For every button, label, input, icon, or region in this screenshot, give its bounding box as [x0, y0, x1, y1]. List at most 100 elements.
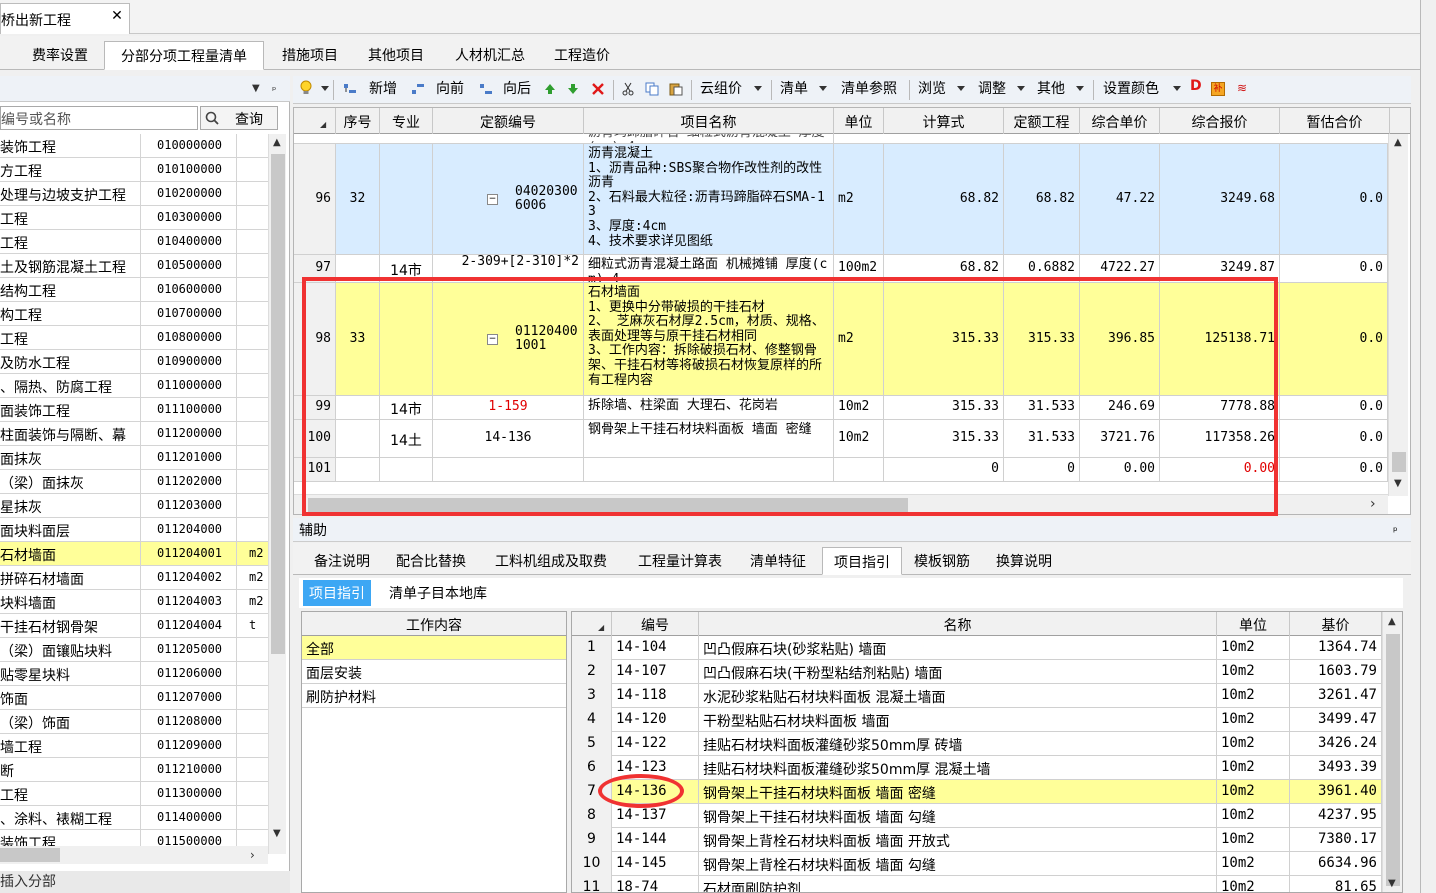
reference-vertical-scrollbar[interactable]: ▲ ▼ — [1382, 612, 1402, 892]
bill-reference-button[interactable]: 清单参照 — [841, 78, 897, 100]
dropdown-arrow-icon[interactable]: ▼ — [252, 83, 260, 94]
tree-row[interactable]: （梁）面抹灰 011202000 — [0, 470, 268, 494]
tree-row[interactable]: （梁）饰面 011208000 — [0, 710, 268, 734]
browse-button[interactable]: 浏览 — [918, 78, 946, 100]
tree-row[interactable]: 结构工程 010600000 — [0, 278, 268, 302]
cut-icon[interactable] — [621, 82, 635, 96]
header-estimated-price[interactable]: 暂估合价 — [1280, 108, 1390, 134]
work-item-protective-coating[interactable]: 刷防护材料 — [302, 684, 566, 708]
scroll-down-icon[interactable]: ▼ — [273, 828, 281, 839]
header-seq[interactable]: 序号 — [336, 108, 380, 134]
chevron-down-icon[interactable] — [1076, 86, 1084, 91]
table-row[interactable]: 8 14-137 钢骨架上干挂石材块料面板 墙面 勾缝 10m2 4237.95 — [572, 804, 1382, 828]
tab-quantity-calc[interactable]: 工程量计算表 — [631, 547, 729, 575]
tree-row[interactable]: 工程 010800000 — [0, 326, 268, 350]
left-vertical-scrollbar[interactable]: ▲ ▼ — [268, 134, 286, 854]
tab-project-cost[interactable]: 工程造价 — [544, 41, 620, 70]
tab-bill-features[interactable]: 清单特征 — [743, 547, 813, 575]
tree-row[interactable]: 工程 010300000 — [0, 206, 268, 230]
tree-row[interactable]: 构工程 010700000 — [0, 302, 268, 326]
tree-row[interactable]: 装饰工程 010000000 — [0, 134, 268, 158]
tree-row[interactable]: 面块料面层 011204000 — [0, 518, 268, 542]
tab-bill-of-quantities[interactable]: 分部分项工程量清单 — [104, 41, 264, 70]
chevron-down-icon[interactable] — [754, 86, 762, 91]
tree-row[interactable]: 、隔热、防腐工程 011000000 — [0, 374, 268, 398]
main-vertical-scrollbar[interactable]: ▲ ▼ — [1388, 134, 1408, 496]
header-ref-price[interactable]: 基价 — [1290, 612, 1382, 636]
chevron-down-icon[interactable] — [321, 86, 329, 91]
table-row[interactable]: 11 18-74 石材面刷防护剂 10m2 81.65 — [572, 876, 1382, 892]
delete-icon[interactable] — [591, 82, 605, 96]
header-quota-quantity[interactable]: 定额工程 — [1004, 108, 1080, 134]
tab-notes[interactable]: 备注说明 — [307, 547, 377, 575]
tree-row[interactable]: 工程 011300000 — [0, 782, 268, 806]
tree-row[interactable]: 面抹灰 011201000 — [0, 446, 268, 470]
table-row[interactable]: 7 14-136 钢骨架上干挂石材块料面板 墙面 密缝 10m2 3961.40 — [572, 780, 1382, 804]
tree-row[interactable]: （梁）面镶贴块料 011205000 — [0, 638, 268, 662]
main-vertical-scroll-thumb[interactable] — [1392, 452, 1406, 472]
document-tab[interactable]: 桥出新工程 ✕ — [0, 3, 130, 34]
tree-row[interactable]: 及防水工程 010900000 — [0, 350, 268, 374]
table-row[interactable]: 9 14-144 钢骨架上背栓石材块料面板 墙面 开放式 10m2 7380.17 — [572, 828, 1382, 852]
tree-row[interactable]: 柱面装饰与隔断、幕 011200000 — [0, 422, 268, 446]
subtab-local-library[interactable]: 清单子目本地库 — [383, 580, 493, 606]
header-major[interactable]: 专业 — [380, 108, 433, 134]
chevron-down-icon[interactable] — [819, 86, 827, 91]
ai-icon[interactable]: ≋ — [1237, 81, 1247, 103]
table-row[interactable]: 10 14-145 钢骨架上背栓石材块料面板 墙面 勾缝 10m2 6634.96 — [572, 852, 1382, 876]
tree-row[interactable]: 工程 010400000 — [0, 230, 268, 254]
table-row[interactable]: 6 14-123 挂贴石材块料面板灌缝砂浆50mm厚 混凝土墙 10m2 3493.39 — [572, 756, 1382, 780]
scroll-down-icon[interactable]: ▼ — [1394, 478, 1402, 489]
scroll-right-icon[interactable]: › — [250, 848, 255, 862]
close-icon[interactable]: ✕ — [109, 8, 125, 26]
tree-row[interactable]: 拼碎石材墙面 011204002 m2 — [0, 566, 268, 590]
add-button[interactable]: 新增 — [369, 78, 397, 100]
tree-row[interactable]: 面装饰工程 011100000 — [0, 398, 268, 422]
bill-button[interactable]: 清单 — [780, 78, 808, 100]
scroll-up-icon[interactable]: ▲ — [273, 137, 281, 148]
green-up-arrow-icon[interactable] — [543, 82, 557, 96]
header-quota-code[interactable]: 定额编号 — [433, 108, 584, 134]
tab-conversion-notes[interactable]: 换算说明 — [989, 547, 1059, 575]
pin-icon[interactable]: ₚ — [272, 82, 276, 93]
tab-resource-composition[interactable]: 工料机组成及取费 — [487, 547, 615, 575]
tab-other-items[interactable]: 其他项目 — [356, 41, 436, 70]
tree-row[interactable]: 处理与边坡支护工程 010200000 — [0, 182, 268, 206]
supplement-icon[interactable]: 补 — [1211, 82, 1225, 96]
tab-formwork-rebar[interactable]: 模板钢筋 — [907, 547, 977, 575]
left-horizontal-scroll-thumb[interactable] — [0, 848, 60, 862]
left-vertical-scroll-thumb[interactable] — [271, 154, 285, 654]
d-icon[interactable]: D — [1190, 78, 1202, 100]
tab-fee-settings[interactable]: 费率设置 — [20, 41, 100, 70]
cloud-pricing-button[interactable]: 云组价 — [700, 78, 742, 100]
subtab-item-guide[interactable]: 项目指引 — [303, 580, 371, 606]
reference-vertical-scroll-thumb[interactable] — [1386, 634, 1400, 886]
table-row[interactable]: 3 14-118 水泥砂浆粘贴石材块料面板 混凝土墙面 10m2 3261.47 — [572, 684, 1382, 708]
collapse-icon[interactable]: − — [487, 193, 498, 205]
backward-button[interactable]: 向后 — [503, 78, 531, 100]
header-formula[interactable]: 计算式 — [884, 108, 1004, 134]
header-ref-unit[interactable]: 单位 — [1217, 612, 1290, 636]
tab-mix-replace[interactable]: 配合比替换 — [389, 547, 473, 575]
green-down-arrow-icon[interactable] — [566, 82, 580, 96]
work-item-all[interactable]: 全部 — [302, 636, 566, 660]
header-total-price[interactable]: 综合报价 — [1160, 108, 1280, 134]
scroll-up-icon[interactable]: ▲ — [1388, 616, 1396, 627]
chevron-down-icon[interactable] — [957, 86, 965, 91]
header-unit-price[interactable]: 综合单价 — [1080, 108, 1160, 134]
table-row[interactable]: 2 14-107 凹凸假麻石块(干粉型粘结剂粘贴) 墙面 10m2 1603.79 — [572, 660, 1382, 684]
tree-row[interactable]: 土及钢筋混凝土工程 010500000 — [0, 254, 268, 278]
tab-item-guide[interactable]: 项目指引 — [822, 547, 902, 575]
scroll-up-icon[interactable]: ▲ — [1394, 137, 1402, 148]
set-color-button[interactable]: 设置颜色 — [1103, 78, 1159, 100]
tree-row[interactable]: 饰面 011207000 — [0, 686, 268, 710]
scroll-down-icon[interactable]: ▼ — [1388, 878, 1396, 889]
copy-icon[interactable] — [645, 82, 659, 96]
forward-button[interactable]: 向前 — [436, 78, 464, 100]
search-button[interactable]: 查询 — [200, 106, 278, 130]
table-row[interactable]: 96 32 040203006006 − 沥青混凝土 1、沥青品种:SBS聚合物作改性剂… — [294, 144, 1388, 255]
other-button[interactable]: 其他 — [1037, 78, 1065, 100]
scroll-right-icon[interactable]: › — [1370, 496, 1376, 512]
header-unit[interactable]: 单位 — [834, 108, 884, 134]
tree-row[interactable]: 干挂石材钢骨架 011204004 t — [0, 614, 268, 638]
